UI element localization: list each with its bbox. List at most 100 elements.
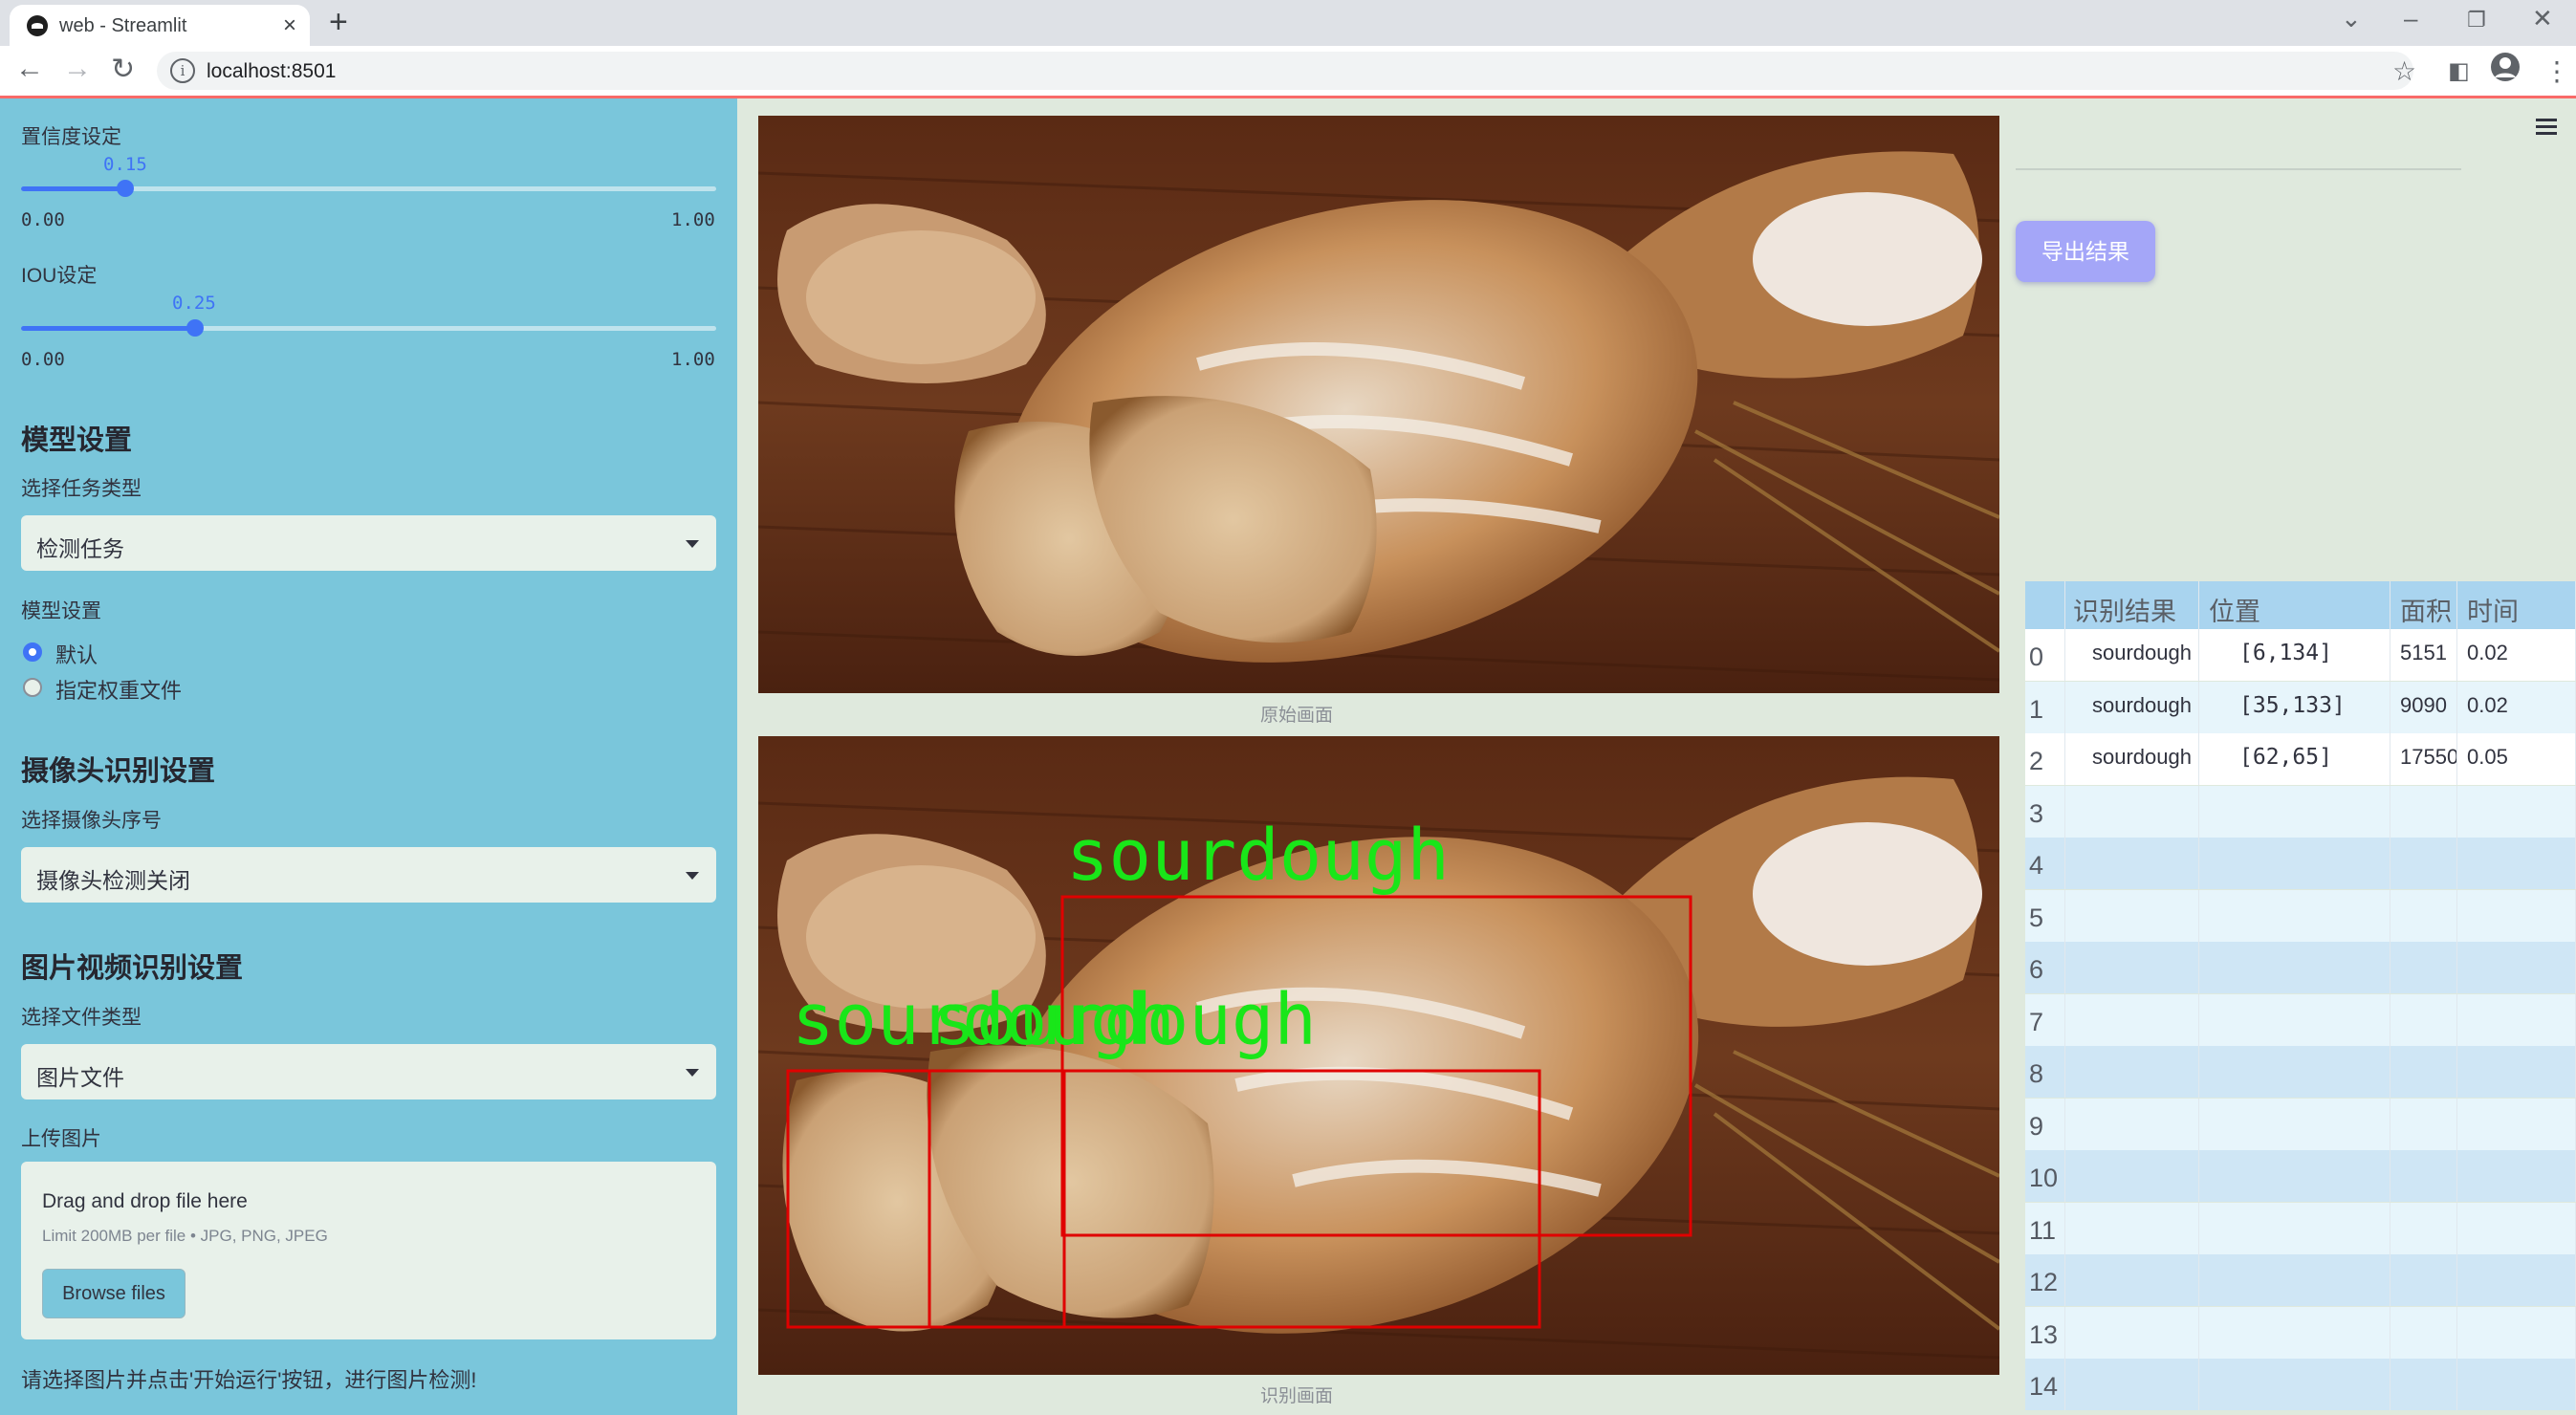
tab-title: web - Streamlit [59, 15, 187, 36]
task-type-select[interactable]: 检测任务 [21, 515, 716, 571]
export-results-button[interactable]: 导出结果 [2016, 221, 2155, 282]
restore-icon[interactable]: ❐ [2467, 8, 2486, 33]
empty-cell [2199, 1098, 2390, 1150]
table-row-empty[interactable]: 8 [2025, 1046, 2576, 1098]
confidence-slider[interactable] [21, 180, 716, 197]
results-table[interactable]: 识别结果 位置 面积 时间 0 sourdough [6,134] 5151 0.02 1… [2025, 581, 2576, 1415]
table-row[interactable]: 1 sourdough [35,133] 9090 0.02 [2025, 681, 2576, 733]
empty-cell [2199, 1046, 2390, 1098]
radio-default-label[interactable]: 默认 [55, 639, 98, 669]
file-type-select[interactable]: 图片文件 [21, 1044, 716, 1099]
back-arrow-icon[interactable]: ← [15, 53, 44, 85]
minimize-icon[interactable]: – [2404, 4, 2417, 33]
header-area[interactable]: 面积 [2390, 581, 2457, 629]
radio-custom-weights-label[interactable]: 指定权重文件 [55, 674, 182, 705]
row-index: 14 [2025, 1359, 2065, 1410]
empty-cell [2065, 1359, 2199, 1410]
camera-index-label: 选择摄像头序号 [21, 810, 162, 832]
empty-cell [2390, 1046, 2457, 1098]
iou-slider-thumb[interactable] [186, 319, 204, 337]
streamlit-menu-icon[interactable] [2536, 119, 2557, 139]
row-label: sourdough [2065, 733, 2199, 785]
empty-cell [2390, 942, 2457, 993]
browse-files-button[interactable]: Browse files [42, 1269, 186, 1318]
empty-cell [2457, 889, 2576, 942]
table-row-empty[interactable]: 3 [2025, 785, 2576, 838]
table-row-empty[interactable]: 10 [2025, 1150, 2576, 1202]
tab-close-icon[interactable]: × [283, 12, 296, 39]
url-text: localhost:8501 [207, 60, 337, 82]
empty-cell [2457, 1359, 2576, 1410]
empty-cell [2390, 1306, 2457, 1359]
iou-slider[interactable] [21, 319, 716, 337]
empty-cell [2199, 1306, 2390, 1359]
table-row[interactable]: 2 sourdough [62,65] 17550 0.05 [2025, 733, 2576, 785]
chevron-down-icon [686, 1069, 699, 1077]
iou-value: 0.25 [172, 293, 216, 314]
forward-arrow-icon[interactable]: → [63, 53, 92, 85]
empty-cell [2390, 1098, 2457, 1150]
empty-cell [2065, 942, 2199, 993]
radio-custom-weights[interactable] [23, 678, 42, 697]
table-row-empty[interactable]: 7 [2025, 993, 2576, 1046]
empty-cell [2199, 1150, 2390, 1202]
empty-cell [2390, 889, 2457, 942]
tab-search-chevron-icon[interactable]: ⌄ [2341, 4, 2362, 33]
table-row-empty[interactable]: 11 [2025, 1202, 2576, 1254]
file-dropzone[interactable]: Drag and drop file here Limit 200MB per … [21, 1162, 716, 1339]
reload-icon[interactable]: ↻ [111, 53, 135, 86]
window-close-icon[interactable]: ✕ [2532, 4, 2553, 33]
header-label[interactable]: 识别结果 [2065, 581, 2199, 629]
new-tab-icon[interactable]: + [329, 4, 348, 41]
iou-max: 1.00 [671, 349, 715, 370]
detection-label-middle: sourdough [933, 979, 1317, 1061]
radio-default[interactable] [23, 642, 42, 662]
table-row-empty[interactable]: 12 [2025, 1254, 2576, 1306]
address-bar[interactable]: i localhost:8501 [157, 52, 2413, 90]
header-time[interactable]: 时间 [2457, 581, 2576, 629]
upload-label: 上传图片 [21, 1128, 101, 1150]
confidence-min: 0.00 [21, 209, 65, 230]
row-index: 3 [2025, 785, 2065, 838]
browser-tab[interactable]: web - Streamlit × [10, 5, 310, 46]
row-index: 11 [2025, 1202, 2065, 1254]
table-row-empty[interactable]: 14 [2025, 1359, 2576, 1410]
result-image-caption: 识别画面 [1260, 1386, 1334, 1406]
table-row-empty[interactable]: 4 [2025, 838, 2576, 889]
table-row[interactable]: 0 sourdough [6,134] 5151 0.02 [2025, 629, 2576, 681]
bread-photo-original [758, 116, 1999, 693]
table-row-empty[interactable]: 5 [2025, 889, 2576, 942]
profile-avatar-icon[interactable] [2490, 52, 2521, 89]
side-panel-icon[interactable]: ◧ [2448, 57, 2470, 85]
row-index: 8 [2025, 1046, 2065, 1098]
header-position[interactable]: 位置 [2199, 581, 2390, 629]
table-row-empty[interactable]: 9 [2025, 1098, 2576, 1150]
row-time: 0.02 [2457, 681, 2576, 733]
empty-cell [2199, 1359, 2390, 1410]
empty-cell [2390, 785, 2457, 838]
empty-cell [2457, 993, 2576, 1046]
table-row-empty[interactable]: 6 [2025, 942, 2576, 993]
table-row-empty[interactable]: 13 [2025, 1306, 2576, 1359]
row-position: [6,134] [2199, 629, 2390, 681]
bookmark-star-icon[interactable]: ☆ [2392, 55, 2416, 87]
empty-cell [2457, 1254, 2576, 1306]
detection-label-large: sourdough [1066, 815, 1450, 897]
site-info-icon[interactable]: i [170, 58, 195, 83]
empty-cell [2199, 993, 2390, 1046]
file-type-label: 选择文件类型 [21, 1007, 142, 1029]
row-index: 12 [2025, 1254, 2065, 1306]
browser-menu-icon[interactable]: ⋮ [2543, 55, 2570, 87]
dropzone-title: Drag and drop file here [42, 1190, 248, 1212]
model-settings-header: 模型设置 [21, 425, 133, 456]
camera-index-select[interactable]: 摄像头检测关闭 [21, 847, 716, 903]
empty-cell [2199, 785, 2390, 838]
task-type-label: 选择任务类型 [21, 478, 142, 500]
right-panel-divider [2016, 168, 2461, 170]
dropzone-limit: Limit 200MB per file • JPG, PNG, JPEG [42, 1227, 328, 1245]
empty-cell [2065, 1098, 2199, 1150]
confidence-slider-thumb[interactable] [117, 180, 135, 197]
original-image-caption: 原始画面 [1260, 706, 1334, 726]
empty-cell [2390, 1254, 2457, 1306]
row-index: 1 [2025, 681, 2065, 733]
